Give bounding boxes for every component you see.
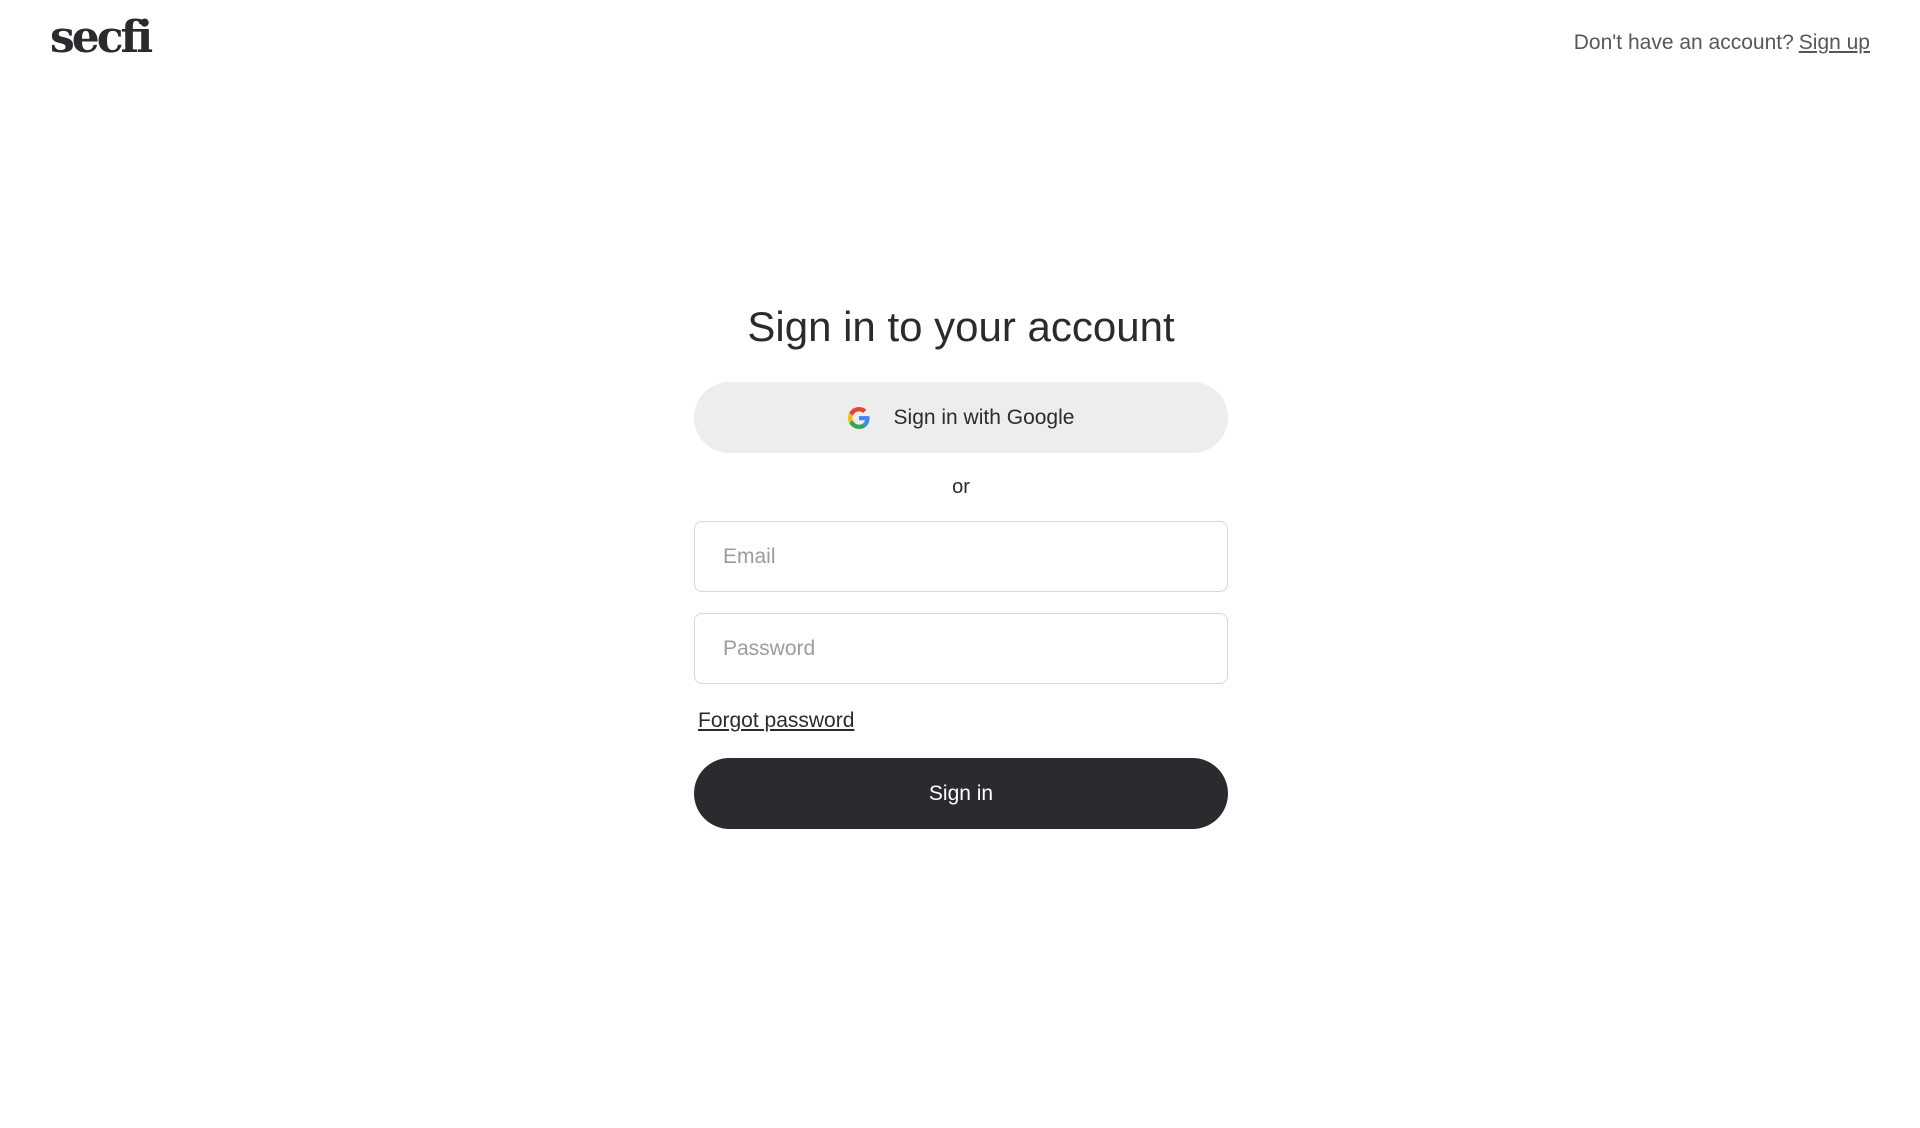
forgot-password-link[interactable]: Forgot password (698, 708, 854, 734)
page-title: Sign in to your account (747, 303, 1175, 350)
signup-link[interactable]: Sign up (1799, 31, 1870, 54)
sign-in-form: Sign in to your account Sign in with Goo… (694, 298, 1228, 829)
google-sign-in-button[interactable]: Sign in with Google (694, 382, 1228, 453)
google-sign-in-label: Sign in with Google (893, 405, 1075, 429)
sign-in-page: secfi Don't have an account? Sign up Sign… (0, 0, 1920, 1128)
google-icon (847, 406, 870, 429)
signup-prompt-text: Don't have an account? (1573, 31, 1794, 54)
email-field[interactable] (694, 521, 1228, 592)
secfi-logo[interactable]: secfi (50, 12, 153, 64)
sign-in-button[interactable]: Sign in (694, 758, 1228, 829)
or-divider: or (952, 476, 970, 498)
password-field[interactable] (694, 613, 1228, 684)
signup-prompt: Don't have an account? Sign up (1574, 30, 1870, 56)
